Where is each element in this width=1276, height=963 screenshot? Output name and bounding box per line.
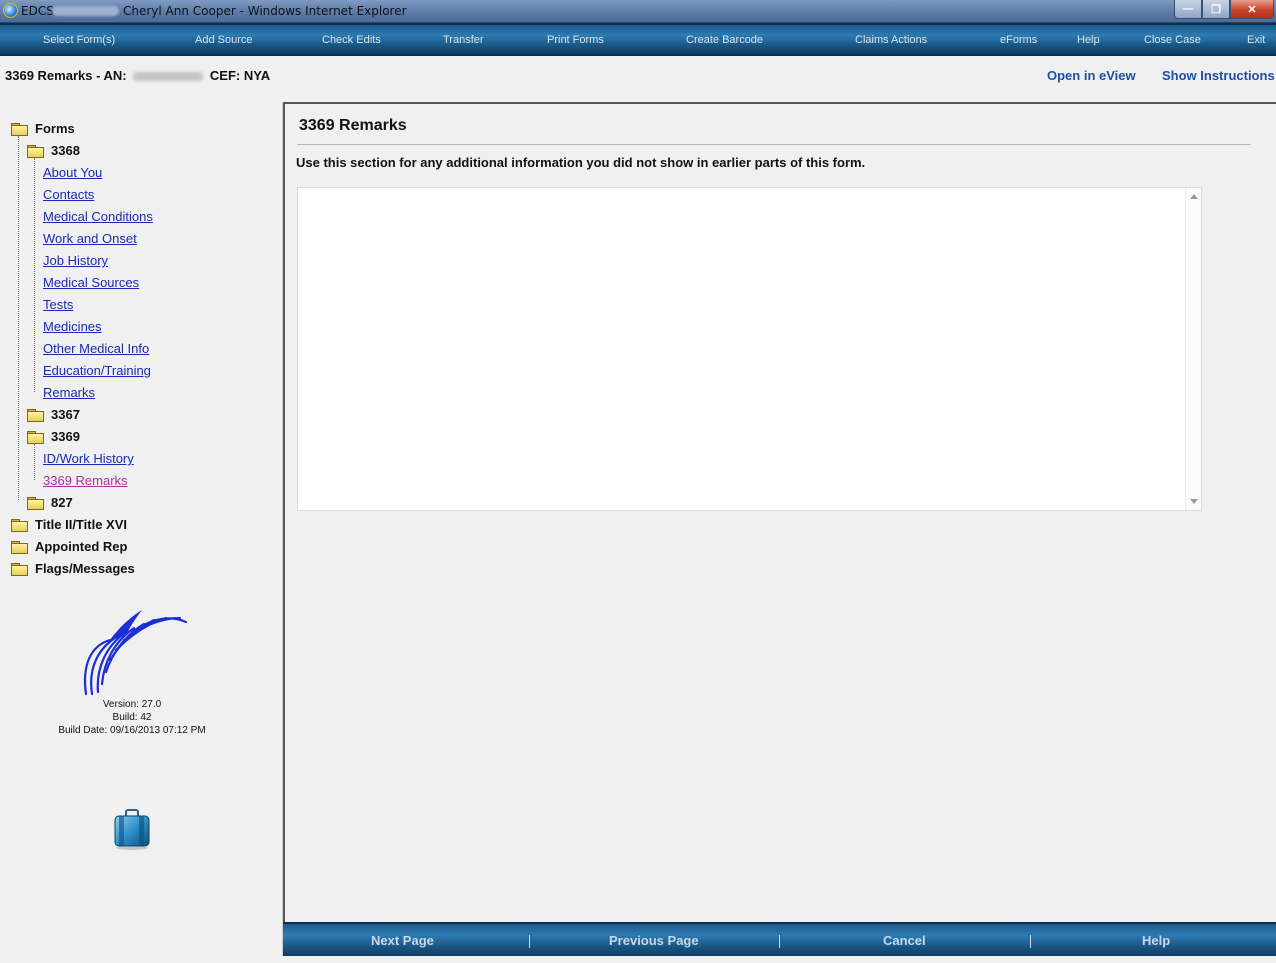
scroll-down-icon[interactable] [1190,499,1198,504]
menu-select-forms[interactable]: Select Form(s) [43,34,115,46]
maximize-button[interactable]: ❐ [1202,0,1230,19]
tree-folder-forms[interactable]: Forms [11,121,75,136]
tree-line [34,444,35,480]
tree-label: 3369 [51,429,80,444]
folder-open-icon [11,122,28,136]
tree-link-job-history[interactable]: Job History [43,253,108,268]
menu-close-case[interactable]: Close Case [1144,34,1201,46]
window-title-prefix: EDCS [21,4,54,18]
version-info: Version: 27.0 Build: 42 Build Date: 09/1… [0,698,264,737]
menu-check-edits[interactable]: Check Edits [322,34,381,46]
tree-link-about-you[interactable]: About You [43,165,102,180]
menu-transfer[interactable]: Transfer [443,34,484,46]
tree-folder-appointed-rep[interactable]: Appointed Rep [11,539,127,554]
tree-label: Title II/Title XVI [35,517,127,532]
minimize-button[interactable]: — [1174,0,1202,19]
section-title: 3369 Remarks [299,117,407,134]
tree-link-other-medical-info[interactable]: Other Medical Info [43,341,149,356]
folder-closed-icon [11,562,28,576]
folder-closed-icon [27,408,44,422]
edcs-window: EDCS Cheryl Ann Cooper - Windows Interne… [0,0,1276,963]
tree-folder-3368[interactable]: 3368 [27,143,80,158]
folder-closed-icon [27,496,44,510]
main-menu-bar: Select Form(s) Add Source Check Edits Tr… [0,23,1276,56]
build-text: Build: 42 [112,712,152,723]
tree-link-id-work-history[interactable]: ID/Work History [43,451,134,466]
folder-closed-icon [11,540,28,554]
remarks-textarea[interactable] [298,188,1185,510]
menu-help[interactable]: Help [1077,34,1100,46]
redacted-text [52,6,119,16]
tree-folder-flags-messages[interactable]: Flags/Messages [11,561,135,576]
tree-link-medicines[interactable]: Medicines [43,319,102,334]
tree-folder-3369[interactable]: 3369 [27,429,80,444]
briefcase-icon[interactable] [111,808,153,850]
header-form-an: 3369 Remarks - AN: [5,68,127,83]
menu-claims-actions[interactable]: Claims Actions [855,34,927,46]
remarks-text-area-box [297,187,1202,511]
scroll-up-icon[interactable] [1190,194,1198,199]
cancel-button[interactable]: Cancel [883,933,926,948]
tree-folder-3367[interactable]: 3367 [27,407,80,422]
section-instructions: Use this section for any additional info… [296,155,866,170]
next-page-button[interactable]: Next Page [371,933,434,948]
window-title: Cheryl Ann Cooper - Windows Internet Exp… [123,4,407,18]
tree-folder-827[interactable]: 827 [27,495,73,510]
title-divider [297,144,1251,145]
menu-print-forms[interactable]: Print Forms [547,34,604,46]
header-cef: CEF: NYA [209,68,271,83]
window-title-bar: EDCS Cheryl Ann Cooper - Windows Interne… [0,0,1276,23]
tree-link-3369-remarks[interactable]: 3369 Remarks [43,473,128,488]
tree-line [18,136,19,500]
tree-link-medical-sources[interactable]: Medical Sources [43,275,139,290]
separator [779,935,780,948]
tree-label: 3367 [51,407,80,422]
separator [529,935,530,948]
build-date-text: Build Date: 09/16/2013 07:12 PM [58,725,206,736]
folder-open-icon [27,430,44,444]
tree-label: Flags/Messages [35,561,135,576]
page-header-title: 3369 Remarks - AN: CEF: NYA [5,68,270,83]
redacted-an [133,72,204,82]
tree-label: 3368 [51,143,80,158]
help-button[interactable]: Help [1142,933,1170,948]
show-instructions-link[interactable]: Show Instructions [1162,68,1275,83]
open-in-eview-link[interactable]: Open in eView [1047,68,1136,83]
tree-line [34,158,35,392]
form-content-panel: 3369 Remarks Use this section for any ad… [283,102,1276,922]
menu-add-source[interactable]: Add Source [195,34,252,46]
tree-link-medical-conditions[interactable]: Medical Conditions [43,209,153,224]
tree-link-work-and-onset[interactable]: Work and Onset [43,231,137,246]
window-bottom-edge [0,956,1276,963]
tree-link-education-training[interactable]: Education/Training [43,363,151,378]
tree-folder-title-ii[interactable]: Title II/Title XVI [11,517,127,532]
menu-create-barcode[interactable]: Create Barcode [686,34,763,46]
tree-label: 827 [51,495,73,510]
internet-explorer-icon [3,3,18,18]
menu-exit[interactable]: Exit [1247,34,1265,46]
window-controls: — ❐ ✕ [1174,0,1274,19]
previous-page-button[interactable]: Previous Page [609,933,699,948]
tree-label: Appointed Rep [35,539,128,554]
tree-link-remarks[interactable]: Remarks [43,385,95,400]
folder-closed-icon [11,518,28,532]
tree-label: Forms [35,121,75,136]
version-text: Version: 27.0 [102,699,162,710]
page-navigation-bar: Next Page Previous Page Cancel Help [283,922,1276,956]
close-window-button[interactable]: ✕ [1230,0,1274,19]
ssa-eagle-logo [84,610,188,696]
tree-link-tests[interactable]: Tests [43,297,73,312]
separator [1030,935,1031,948]
menu-eforms[interactable]: eForms [1000,34,1037,46]
tree-link-contacts[interactable]: Contacts [43,187,94,202]
remarks-scrollbar[interactable] [1185,188,1201,510]
folder-open-icon [27,144,44,158]
